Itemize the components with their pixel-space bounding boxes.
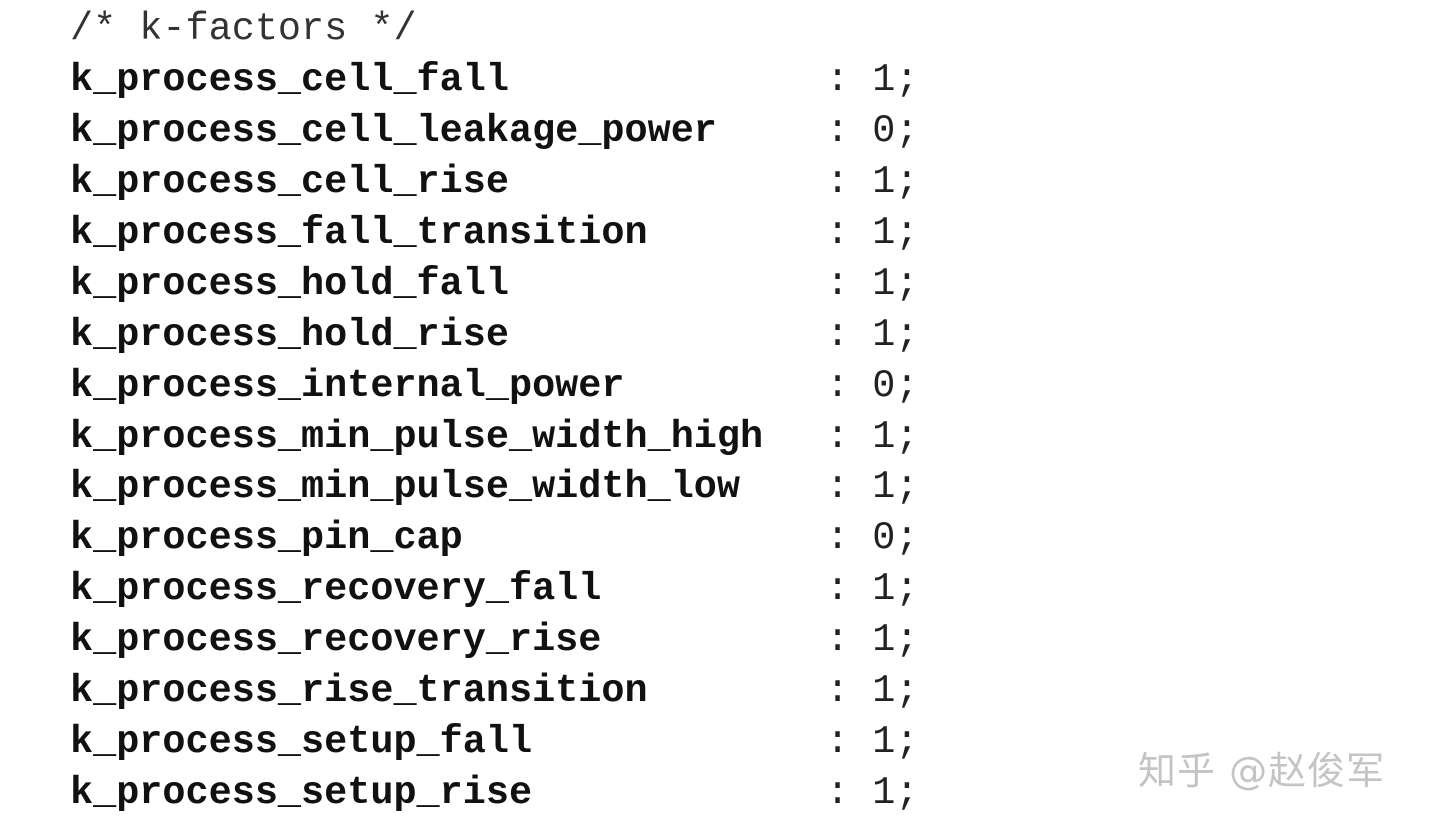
entry-terminator: ; [895,312,919,357]
entry-value: 1 [872,719,896,764]
entry-separator: : [826,618,850,663]
entry-separator: : [826,567,850,612]
entry-value: 1 [872,261,896,306]
entry-separator: : [826,160,850,205]
entry-terminator: ; [895,160,919,205]
entry-separator: : [826,363,850,408]
entry-terminator: ; [895,109,919,154]
entry-gap [849,771,872,815]
entry-gap [849,262,872,306]
entry-separator: : [826,465,850,510]
list-item: k_process_min_pulse_width_low: 1; [70,462,970,513]
entry-key: k_process_cell_fall [70,58,509,103]
entry-key: k_process_min_pulse_width_high [70,414,764,459]
entry-key: k_process_hold_fall [70,261,509,306]
entry-terminator: ; [895,465,919,510]
entry-value: 0 [872,109,896,154]
list-item: k_process_setup_rise: 1; [70,767,970,818]
list-item: k_process_rise_transition: 1; [70,666,970,717]
entry-value: 1 [872,465,896,510]
entry-key: k_process_setup_rise [70,770,533,815]
list-item: k_process_recovery_fall: 1; [70,564,970,615]
entry-terminator: ; [895,363,919,408]
entry-gap [849,516,872,560]
entry-terminator: ; [895,414,919,459]
entry-key: k_process_recovery_rise [70,618,602,663]
watermark: 知乎 @赵俊军 [1138,749,1386,793]
entry-value: 1 [872,312,896,357]
entry-gap [849,211,872,255]
entry-gap [849,669,872,713]
list-item: k_process_hold_rise: 1; [70,309,970,360]
entry-gap [849,364,872,408]
entry-gap [849,415,872,459]
entry-terminator: ; [895,669,919,714]
entry-gap [849,313,872,357]
entry-separator: : [826,414,850,459]
list-item: k_process_recovery_rise: 1; [70,615,970,666]
entry-key: k_process_hold_rise [70,312,509,357]
entry-key: k_process_setup_fall [70,719,533,764]
entry-value: 1 [872,567,896,612]
entry-terminator: ; [895,567,919,612]
entry-key: k_process_pin_cap [70,516,463,561]
entry-terminator: ; [895,211,919,255]
entry-value: 1 [872,618,896,663]
entry-terminator: ; [895,58,919,103]
list-item: k_process_min_pulse_width_high: 1; [70,411,970,462]
entry-value: 0 [872,363,896,408]
entry-value: 1 [872,414,896,459]
entry-separator: : [826,770,850,815]
entry-value: 1 [872,160,896,205]
entry-separator: : [826,719,850,764]
entry-terminator: ; [895,719,919,764]
entry-gap [849,109,872,153]
entry-separator: : [826,261,850,306]
entry-gap [849,465,872,509]
entry-separator: : [826,312,850,357]
entry-gap [849,58,872,102]
entry-gap [849,567,872,611]
entry-terminator: ; [895,516,919,561]
list-item: k_process_fall_transition: 1; [70,208,970,259]
entry-key: k_process_cell_rise [70,160,509,205]
comment-line: /* k-factors */ [70,7,417,52]
code-block: /* k-factors */ k_process_cell_fall: 1; k… [70,4,970,818]
list-item: k_process_setup_fall: 1; [70,716,970,767]
entry-value: 1 [872,770,896,815]
entry-separator: : [826,58,850,103]
entry-terminator: ; [895,261,919,306]
entry-gap [849,160,872,204]
list-item: k_process_pin_cap: 0; [70,513,970,564]
list-item: k_process_hold_fall: 1; [70,258,970,309]
entry-key: k_process_fall_transition [70,211,648,255]
entry-key: k_process_min_pulse_width_low [70,465,741,510]
entry-value: 1 [872,669,896,714]
entry-separator: : [826,669,850,714]
entry-key: k_process_rise_transition [70,669,648,714]
entry-separator: : [826,109,850,154]
list-item: k_process_internal_power: 0; [70,360,970,411]
entry-gap [849,720,872,764]
entry-value: 0 [872,516,896,561]
entry-key: k_process_cell_leakage_power [70,109,717,154]
entry-key: k_process_internal_power [70,363,625,408]
entries-list: k_process_cell_fall: 1; k_process_cell_le… [70,55,970,818]
entry-value: 1 [872,211,896,255]
entry-separator: : [826,211,850,255]
list-item: k_process_cell_rise: 1; [70,157,970,208]
entry-separator: : [826,516,850,561]
list-item: k_process_cell_fall: 1; [70,55,970,106]
entry-gap [849,618,872,662]
entry-key: k_process_recovery_fall [70,567,602,612]
entry-value: 1 [872,58,896,103]
entry-terminator: ; [895,618,919,663]
entry-terminator: ; [895,770,919,815]
list-item: k_process_cell_leakage_power: 0; [70,106,970,157]
